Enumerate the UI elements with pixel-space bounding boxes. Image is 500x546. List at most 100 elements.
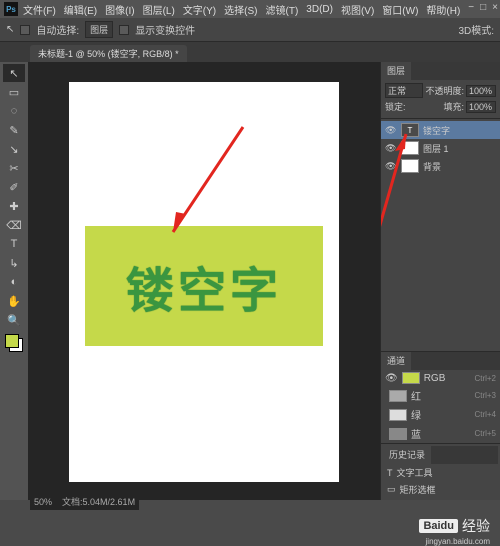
channel-blue[interactable]: 蓝 Ctrl+5: [381, 424, 500, 443]
layer-thumb: [401, 159, 419, 173]
history-label: 矩形选框: [400, 483, 436, 496]
lock-label: 锁定:: [385, 100, 406, 113]
layer-name: 镂空字: [423, 124, 450, 137]
menu-edit[interactable]: 编辑(E): [61, 2, 100, 17]
channel-name: RGB: [424, 373, 446, 384]
hand-tool[interactable]: ✋: [3, 292, 25, 310]
shape-tool[interactable]: ◐: [3, 273, 25, 291]
channel-shortcut: Ctrl+4: [474, 410, 496, 419]
maximize-button[interactable]: □: [480, 2, 486, 13]
channels-tab[interactable]: 通道: [381, 352, 411, 370]
channel-name: 绿: [411, 407, 421, 422]
channel-name: 蓝: [411, 426, 421, 441]
close-button[interactable]: ×: [492, 2, 498, 13]
toolbox: ↖ ▭ ◌ ✎ ↘ ✂ ✐ ✚ ⌫ T ↳ ◐ ✋ 🔍: [0, 62, 28, 500]
canvas-area: 镂空字: [28, 62, 380, 500]
show-transform-checkbox[interactable]: [119, 25, 129, 35]
slice-tool[interactable]: ✂: [3, 159, 25, 177]
visibility-icon[interactable]: 👁: [385, 373, 398, 384]
history-label: 文字工具: [397, 466, 433, 479]
channel-red[interactable]: 红 Ctrl+3: [381, 386, 500, 405]
layer-text[interactable]: 👁 T 镂空字: [381, 121, 500, 139]
menu-filter[interactable]: 滤镜(T): [263, 2, 302, 17]
menu-3d[interactable]: 3D(D): [303, 4, 336, 15]
marquee-icon: ▭: [387, 484, 396, 495]
brush-tool[interactable]: ✐: [3, 178, 25, 196]
color-swatch[interactable]: [5, 334, 23, 352]
channel-shortcut: Ctrl+3: [474, 391, 496, 400]
move-tool-icon: ↖: [6, 24, 14, 35]
document-canvas[interactable]: 镂空字: [69, 82, 339, 482]
type-tool[interactable]: T: [3, 235, 25, 253]
options-bar: ↖ 自动选择: 图层 显示变换控件 3D模式:: [0, 18, 500, 42]
heal-tool[interactable]: ✚: [3, 197, 25, 215]
layers-tab[interactable]: 图层: [381, 62, 411, 80]
channel-thumb: [402, 372, 420, 384]
menu-file[interactable]: 文件(F): [20, 2, 59, 17]
mode3d-label: 3D模式:: [458, 22, 494, 37]
visibility-icon[interactable]: 👁: [385, 143, 397, 154]
foreground-color[interactable]: [5, 334, 19, 348]
menu-view[interactable]: 视图(V): [338, 2, 377, 17]
auto-select-label: 自动选择:: [36, 22, 79, 37]
menu-layer[interactable]: 图层(L): [140, 2, 178, 17]
crop-tool[interactable]: ↘: [3, 140, 25, 158]
blend-mode-dropdown[interactable]: 正常: [385, 83, 423, 98]
visibility-icon[interactable]: 👁: [385, 125, 397, 136]
menu-type[interactable]: 文字(Y): [180, 2, 219, 17]
history-tab[interactable]: 历史记录: [383, 446, 431, 464]
layers-list: 👁 T 镂空字 👁 图层 1 👁 背景: [381, 119, 500, 351]
auto-select-checkbox[interactable]: [20, 25, 30, 35]
layer-name: 背景: [423, 160, 441, 173]
move-tool[interactable]: ↖: [3, 64, 25, 82]
visibility-icon[interactable]: 👁: [385, 161, 397, 172]
fill-label: 填充:: [443, 100, 464, 113]
channel-green[interactable]: 绿 Ctrl+4: [381, 405, 500, 424]
green-rectangle: 镂空字: [85, 226, 323, 346]
watermark-text: 经验: [462, 516, 490, 536]
document-tabbar: 未标题-1 @ 50% (镂空字, RGB/8) *: [0, 42, 500, 62]
ps-logo: Ps: [4, 2, 18, 16]
doc-info: 文档:5.04M/2.61M: [62, 497, 135, 507]
panels-dock: 图层 正常 不透明度: 100% 锁定: 填充: 100% 👁 T 镂空字 👁: [380, 62, 500, 500]
channel-thumb: [389, 409, 407, 421]
minimize-button[interactable]: −: [468, 2, 474, 13]
channel-thumb: [389, 428, 407, 440]
layer-background[interactable]: 👁 背景: [381, 157, 500, 175]
path-tool[interactable]: ↳: [3, 254, 25, 272]
lasso-tool[interactable]: ◌: [3, 102, 25, 120]
watermark: Baidu 经验 jingyan.baidu.com: [419, 516, 490, 536]
history-item-marquee[interactable]: ▭ 矩形选框: [383, 481, 498, 498]
auto-select-dropdown[interactable]: 图层: [85, 21, 113, 38]
menubar: Ps 文件(F) 编辑(E) 图像(I) 图层(L) 文字(Y) 选择(S) 滤…: [0, 0, 500, 18]
document-tab[interactable]: 未标题-1 @ 50% (镂空字, RGB/8) *: [30, 45, 187, 62]
channel-rgb[interactable]: 👁 RGB Ctrl+2: [381, 370, 500, 386]
zoom-level[interactable]: 50%: [34, 497, 52, 507]
opacity-input[interactable]: 100%: [466, 85, 496, 97]
knockout-text: 镂空字: [126, 251, 282, 321]
history-item-type[interactable]: T 文字工具: [383, 464, 498, 481]
menu-image[interactable]: 图像(I): [102, 2, 137, 17]
fill-input[interactable]: 100%: [466, 101, 496, 113]
show-transform-label: 显示变换控件: [135, 22, 195, 37]
layer-name: 图层 1: [423, 142, 449, 155]
channel-name: 红: [411, 388, 421, 403]
window-controls: − □ ×: [468, 2, 498, 13]
channel-thumb: [389, 390, 407, 402]
eraser-tool[interactable]: ⌫: [3, 216, 25, 234]
marquee-tool[interactable]: ▭: [3, 83, 25, 101]
type-tool-icon: T: [387, 468, 393, 478]
zoom-tool[interactable]: 🔍: [3, 311, 25, 329]
opacity-label: 不透明度:: [425, 84, 464, 97]
layer-thumb: [401, 141, 419, 155]
status-bar: 50% 文档:5.04M/2.61M: [30, 493, 139, 510]
menu-select[interactable]: 选择(S): [221, 2, 260, 17]
wand-tool[interactable]: ✎: [3, 121, 25, 139]
watermark-logo: Baidu: [419, 519, 458, 533]
layer-1[interactable]: 👁 图层 1: [381, 139, 500, 157]
channel-shortcut: Ctrl+5: [474, 429, 496, 438]
channel-shortcut: Ctrl+2: [474, 374, 496, 383]
layer-thumb-text: T: [401, 123, 419, 137]
menu-window[interactable]: 窗口(W): [379, 2, 421, 17]
menu-help[interactable]: 帮助(H): [423, 2, 463, 17]
